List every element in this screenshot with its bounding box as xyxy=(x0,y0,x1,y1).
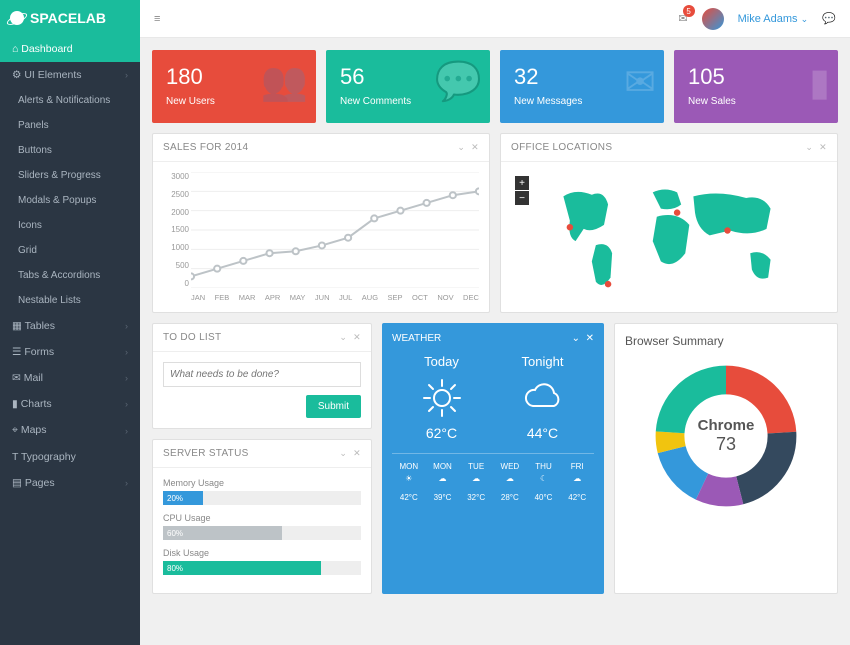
collapse-icon[interactable]: ⌄ xyxy=(572,333,580,344)
sidebar-item-nestable-lists[interactable]: Nestable Lists xyxy=(0,288,140,313)
zoom-out-icon[interactable]: − xyxy=(515,191,529,205)
collapse-icon[interactable]: ⌄ xyxy=(339,448,347,459)
brand[interactable]: SPACELAB xyxy=(0,0,140,36)
stat-card-new-messages[interactable]: 32New Messages✉ xyxy=(500,50,664,123)
close-icon[interactable]: ✕ xyxy=(586,333,594,344)
avatar[interactable] xyxy=(702,8,724,30)
sidebar-item-charts[interactable]: ▮ Charts› xyxy=(0,391,140,417)
sidebar-item-forms[interactable]: ☰ Forms› xyxy=(0,339,140,365)
sidebar-item-typography[interactable]: T Typography xyxy=(0,444,140,470)
stat-cards-row: 180New Users👥56New Comments💬32New Messag… xyxy=(152,50,838,123)
collapse-icon[interactable]: ⌄ xyxy=(339,332,347,343)
close-icon[interactable]: ✕ xyxy=(353,332,361,343)
collapse-icon[interactable]: ⌄ xyxy=(457,142,465,153)
username-dropdown[interactable]: Mike Adams ⌄ xyxy=(738,13,809,25)
sidebar-item-icons[interactable]: Icons xyxy=(0,213,140,238)
close-icon[interactable]: ✕ xyxy=(353,448,361,459)
zoom-in-icon[interactable]: + xyxy=(515,176,529,190)
today-temp: 62°C xyxy=(422,425,462,441)
sidebar-item-modals-popups[interactable]: Modals & Popups xyxy=(0,188,140,213)
sidebar-item-alerts-notifications[interactable]: Alerts & Notifications xyxy=(0,88,140,113)
donut-center-name: Chrome xyxy=(698,417,755,434)
weather-panel: WEATHER ⌄ ✕ Today 62°C Tonight xyxy=(382,323,604,594)
sales-chart: 300025002000150010005000 JANFEBMARAPRMAY… xyxy=(163,172,479,302)
todo-title: TO DO LIST xyxy=(163,332,221,343)
world-map[interactable]: + − xyxy=(511,172,827,302)
stat-card-new-comments[interactable]: 56New Comments💬 xyxy=(326,50,490,123)
donut-center-value: 73 xyxy=(698,434,755,455)
server-status-panel: SERVER STATUS ⌄✕ Memory Usage20%CPU Usag… xyxy=(152,439,372,594)
notifications-button[interactable]: ✉ 5 xyxy=(678,12,687,25)
sidebar-item-maps[interactable]: ⌖ Maps› xyxy=(0,417,140,444)
sidebar-item-pages[interactable]: ▤ Pages› xyxy=(0,470,140,496)
server-title: SERVER STATUS xyxy=(163,448,249,459)
brand-text: SPACELAB xyxy=(30,10,106,26)
planet-icon xyxy=(10,11,24,25)
weather-tonight-label: Tonight xyxy=(521,354,565,369)
collapse-icon[interactable]: ⌄ xyxy=(805,142,813,153)
sidebar-item-grid[interactable]: Grid xyxy=(0,238,140,263)
stat-card-new-sales[interactable]: 105New Sales▮ xyxy=(674,50,838,123)
stat-card-new-users[interactable]: 180New Users👥 xyxy=(152,50,316,123)
map-panel: OFFICE LOCATIONS ⌄ ✕ + − xyxy=(500,133,838,313)
todo-panel: TO DO LIST ⌄ ✕ Submit xyxy=(152,323,372,429)
cloud-icon xyxy=(521,377,565,419)
sidebar-item-ui-elements[interactable]: ⚙ UI Elements› xyxy=(0,62,140,88)
browser-summary-panel: Browser Summary Chrome 73 xyxy=(614,323,838,594)
weather-title: WEATHER xyxy=(392,333,441,344)
map-title: OFFICE LOCATIONS xyxy=(511,142,612,153)
weather-today-label: Today xyxy=(422,354,462,369)
sidebar-item-sliders-progress[interactable]: Sliders & Progress xyxy=(0,163,140,188)
sidebar-item-tables[interactable]: ▦ Tables› xyxy=(0,313,140,339)
menu-toggle-icon[interactable]: ≡ xyxy=(154,13,160,25)
tonight-temp: 44°C xyxy=(521,425,565,441)
todo-input[interactable] xyxy=(163,362,361,387)
panel-controls: ⌄ ✕ xyxy=(457,142,479,153)
sidebar-item-mail[interactable]: ✉ Mail› xyxy=(0,365,140,391)
topbar: ≡ ✉ 5 Mike Adams ⌄ 💬 xyxy=(140,0,850,38)
sidebar: SPACELAB ⌂ Dashboard⚙ UI Elements›Alerts… xyxy=(0,0,140,645)
notif-badge: 5 xyxy=(683,5,695,17)
chat-icon[interactable]: 💬 xyxy=(822,12,836,25)
sidebar-item-panels[interactable]: Panels xyxy=(0,113,140,138)
browser-title: Browser Summary xyxy=(625,334,827,348)
sun-icon xyxy=(422,377,462,419)
sales-title: SALES FOR 2014 xyxy=(163,142,248,153)
close-icon[interactable]: ✕ xyxy=(471,142,479,153)
sidebar-item-tabs-accordions[interactable]: Tabs & Accordions xyxy=(0,263,140,288)
sales-panel: SALES FOR 2014 ⌄ ✕ 300025002000150010005… xyxy=(152,133,490,313)
close-icon[interactable]: ✕ xyxy=(819,142,827,153)
nav-list: ⌂ Dashboard⚙ UI Elements›Alerts & Notifi… xyxy=(0,36,140,496)
sidebar-item-buttons[interactable]: Buttons xyxy=(0,138,140,163)
sidebar-item-dashboard[interactable]: ⌂ Dashboard xyxy=(0,36,140,62)
submit-button[interactable]: Submit xyxy=(306,395,361,418)
